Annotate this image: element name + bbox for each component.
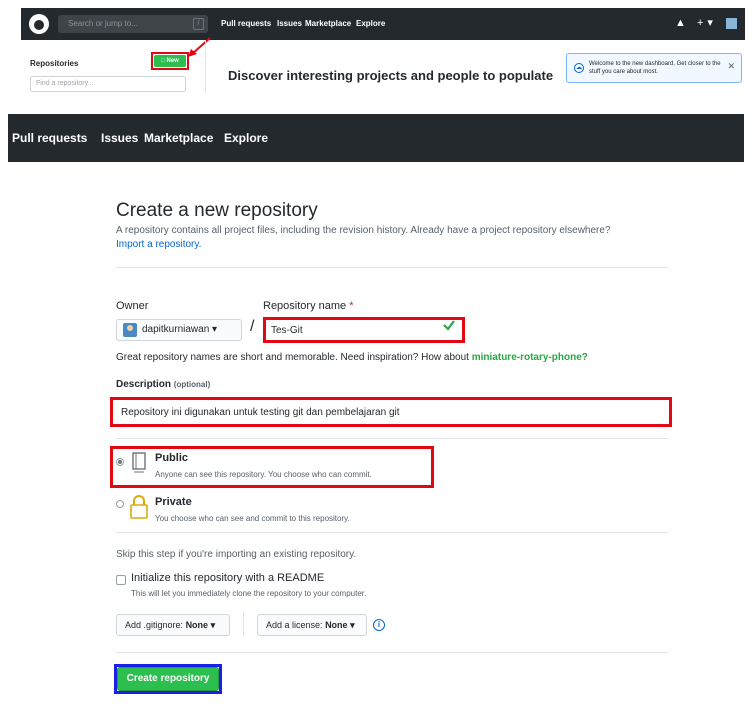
top-nav-marketplace[interactable]: Marketplace xyxy=(305,8,351,40)
top-nav-pull-requests[interactable]: Pull requests xyxy=(221,8,271,40)
lock-icon xyxy=(130,495,148,519)
nav-pull-requests[interactable]: Pull requests xyxy=(12,114,87,162)
divider xyxy=(116,532,668,533)
private-radio[interactable] xyxy=(116,500,124,508)
public-radio[interactable] xyxy=(116,458,124,466)
license-dropdown[interactable]: Add a license: None ▾ xyxy=(257,614,367,636)
name-suggestion-link[interactable]: miniature-rotary-phone? xyxy=(472,352,588,363)
top-search-placeholder: Search or jump to... xyxy=(68,19,138,28)
nav-issues[interactable]: Issues xyxy=(101,114,138,162)
create-repository-button[interactable]: Create repository xyxy=(117,667,219,691)
description-optional: (optional) xyxy=(173,380,211,389)
gitignore-label: Add .gitignore: xyxy=(125,620,184,630)
repo-name-hint: Great repository names are short and mem… xyxy=(116,352,588,363)
new-repo-button[interactable]: □ New xyxy=(154,55,186,67)
new-button-highlight: □ New xyxy=(151,52,189,70)
check-icon xyxy=(443,320,455,331)
gitignore-dropdown[interactable]: Add .gitignore: None ▾ xyxy=(116,614,230,636)
private-desc: You choose who can see and commit to thi… xyxy=(155,514,350,523)
repo-book-icon xyxy=(132,452,146,473)
description-label-wrap: Description (optional) xyxy=(116,379,210,390)
public-desc: Anyone can see this repository. You choo… xyxy=(155,470,372,479)
welcome-text: Welcome to the new dashboard. Get closer… xyxy=(589,61,721,75)
license-value: None ▾ xyxy=(325,620,355,630)
readme-label[interactable]: Initialize this repository with a README xyxy=(131,572,324,584)
required-mark: * xyxy=(349,300,354,312)
private-title: Private xyxy=(155,496,192,508)
top-avatar-icon[interactable] xyxy=(726,17,737,29)
owner-select[interactable]: dapitkurniawan ▾ xyxy=(116,319,242,341)
top-search-input[interactable]: Search or jump to... / xyxy=(58,15,208,33)
dashboard-divider xyxy=(205,40,557,92)
import-repository-link[interactable]: Import a repository. xyxy=(116,239,201,250)
welcome-banner: ☁ Welcome to the new dashboard. Get clos… xyxy=(566,53,742,83)
gitignore-value: None ▾ xyxy=(185,620,216,630)
divider xyxy=(116,438,668,439)
top-navbar: Search or jump to... / Pull requests Iss… xyxy=(21,8,745,40)
repo-name-label-wrap: Repository name * xyxy=(263,300,354,312)
nav-explore[interactable]: Explore xyxy=(224,114,268,162)
readme-checkbox[interactable] xyxy=(116,575,126,585)
top-icons-text: ▲ +▾ xyxy=(675,17,717,29)
dropdown-divider xyxy=(243,612,244,636)
license-label: Add a license: xyxy=(266,620,323,630)
top-nav-explore[interactable]: Explore xyxy=(356,8,385,40)
top-action-icons[interactable]: ▲ +▾ xyxy=(675,16,737,29)
search-shortcut-badge: / xyxy=(193,18,204,30)
owner-name: dapitkurniawan ▾ xyxy=(142,324,218,335)
page-subtitle: A repository contains all project files,… xyxy=(116,225,611,236)
name-hint-text: Great repository names are short and mem… xyxy=(116,352,469,363)
owner-label: Owner xyxy=(116,300,149,312)
repo-name-label: Repository name xyxy=(263,300,347,312)
nav-marketplace[interactable]: Marketplace xyxy=(144,114,213,162)
owner-avatar xyxy=(123,323,137,337)
info-icon[interactable]: i xyxy=(373,619,385,631)
repositories-label: Repositories xyxy=(30,59,79,68)
description-input[interactable] xyxy=(117,402,667,422)
skip-step-text: Skip this step if you're importing an ex… xyxy=(116,549,357,560)
discover-heading: Discover interesting projects and people… xyxy=(228,68,554,83)
divider xyxy=(116,652,668,653)
readme-desc: This will let you immediately clone the … xyxy=(131,589,367,598)
top-nav-issues[interactable]: Issues xyxy=(277,8,302,40)
page-title: Create a new repository xyxy=(116,200,318,221)
description-label: Description xyxy=(116,379,172,390)
close-icon[interactable]: ✕ xyxy=(727,61,735,72)
repo-name-input[interactable] xyxy=(266,320,462,340)
top-repositories-panel: Repositories □ New Find a repository... xyxy=(21,40,201,92)
public-title: Public xyxy=(155,452,189,464)
main-navbar: Pull requests Issues Marketplace Explore xyxy=(8,114,744,162)
owner-repo-separator: / xyxy=(250,318,255,335)
divider xyxy=(116,267,668,268)
github-logo-icon[interactable] xyxy=(29,14,49,34)
broadcast-icon: ☁ xyxy=(574,63,584,73)
find-repository-input[interactable]: Find a repository... xyxy=(30,76,186,92)
